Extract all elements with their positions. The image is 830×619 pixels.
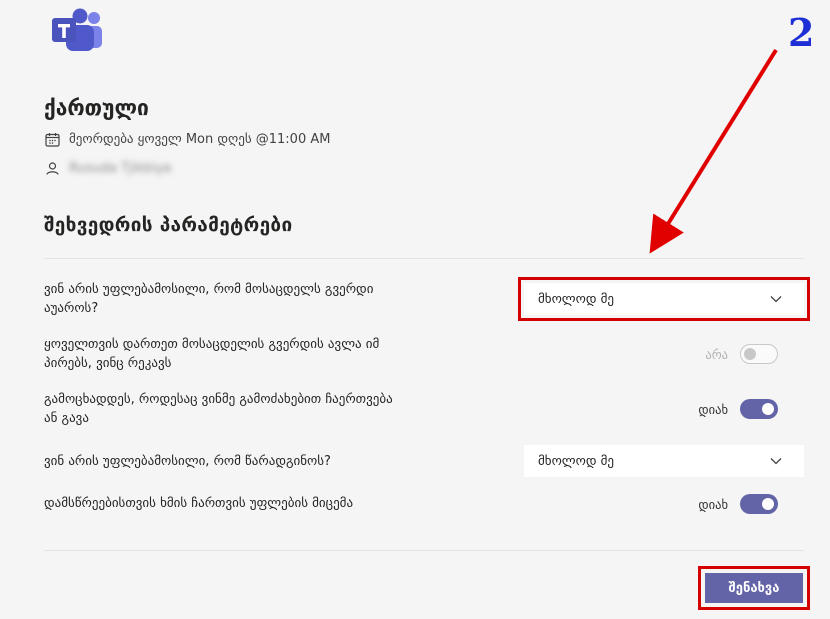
allow-mic-toggle[interactable] [740,494,778,514]
save-button[interactable]: შენახვა [698,566,810,610]
recurrence-row: მეორდება ყოველ Mon დღეს @11:00 AM [44,131,330,147]
presenters-value: მხოლოდ მე [538,453,615,469]
callers-bypass-toggle-wrap: არა [705,344,778,364]
toggle-knob [762,403,774,415]
bypass-lobby-label: ვინ არის უფლებამოსილი, რომ მოსაცდელს გვე… [44,282,374,316]
allow-mic-state: დიახ [698,496,728,512]
organizer-row: Rusuda Tjikbiya [44,160,171,176]
presenters-dropdown[interactable]: მხოლოდ მე [524,445,804,477]
organizer-name: Rusuda Tjikbiya [69,160,172,176]
meeting-title: ქართული [44,96,149,120]
setting-announce-join: გამოცხადდეს, როდესაც ვინმე გამოძახებით ჩ… [44,390,804,428]
setting-allow-mic: დამსწრეებისთვის ხმის ჩართვის უფლების მიც… [44,494,804,514]
allow-mic-toggle-wrap: დიახ [698,494,778,514]
bypass-lobby-dropdown[interactable]: მხოლოდ მე [518,277,810,321]
person-icon [44,160,60,176]
callers-bypass-state: არა [705,346,728,362]
announce-join-state: დიახ [698,401,728,417]
callers-bypass-toggle[interactable] [740,344,778,364]
setting-callers-bypass: ყოველთვის დართეთ მოსაცდელის გვერდის ავლა… [44,335,804,373]
recurrence-text: მეორდება ყოველ Mon დღეს @11:00 AM [69,131,331,147]
bypass-lobby-value: მხოლოდ მე [538,291,615,307]
announce-join-toggle[interactable] [740,399,778,419]
calendar-icon [44,131,60,147]
annotation-step-number: 2 [788,10,815,55]
allow-mic-label: დამსწრეებისთვის ხმის ჩართვის უფლების მიც… [44,496,354,511]
meeting-options-heading: შეხვედრის პარამეტრები [44,214,293,236]
chevron-down-icon [770,454,782,469]
chevron-down-icon [770,292,782,307]
announce-join-toggle-wrap: დიახ [698,399,778,419]
announce-join-label: გამოცხადდეს, როდესაც ვინმე გამოძახებით ჩ… [44,392,393,426]
teams-logo [50,8,104,52]
presenters-label: ვინ არის უფლებამოსილი, რომ წარადგინოს? [44,454,331,469]
toggle-knob [744,348,756,360]
toggle-knob [762,498,774,510]
divider-top [44,258,804,259]
callers-bypass-label: ყოველთვის დართეთ მოსაცდელის გვერდის ავლა… [44,337,380,371]
divider-bottom [44,550,804,551]
